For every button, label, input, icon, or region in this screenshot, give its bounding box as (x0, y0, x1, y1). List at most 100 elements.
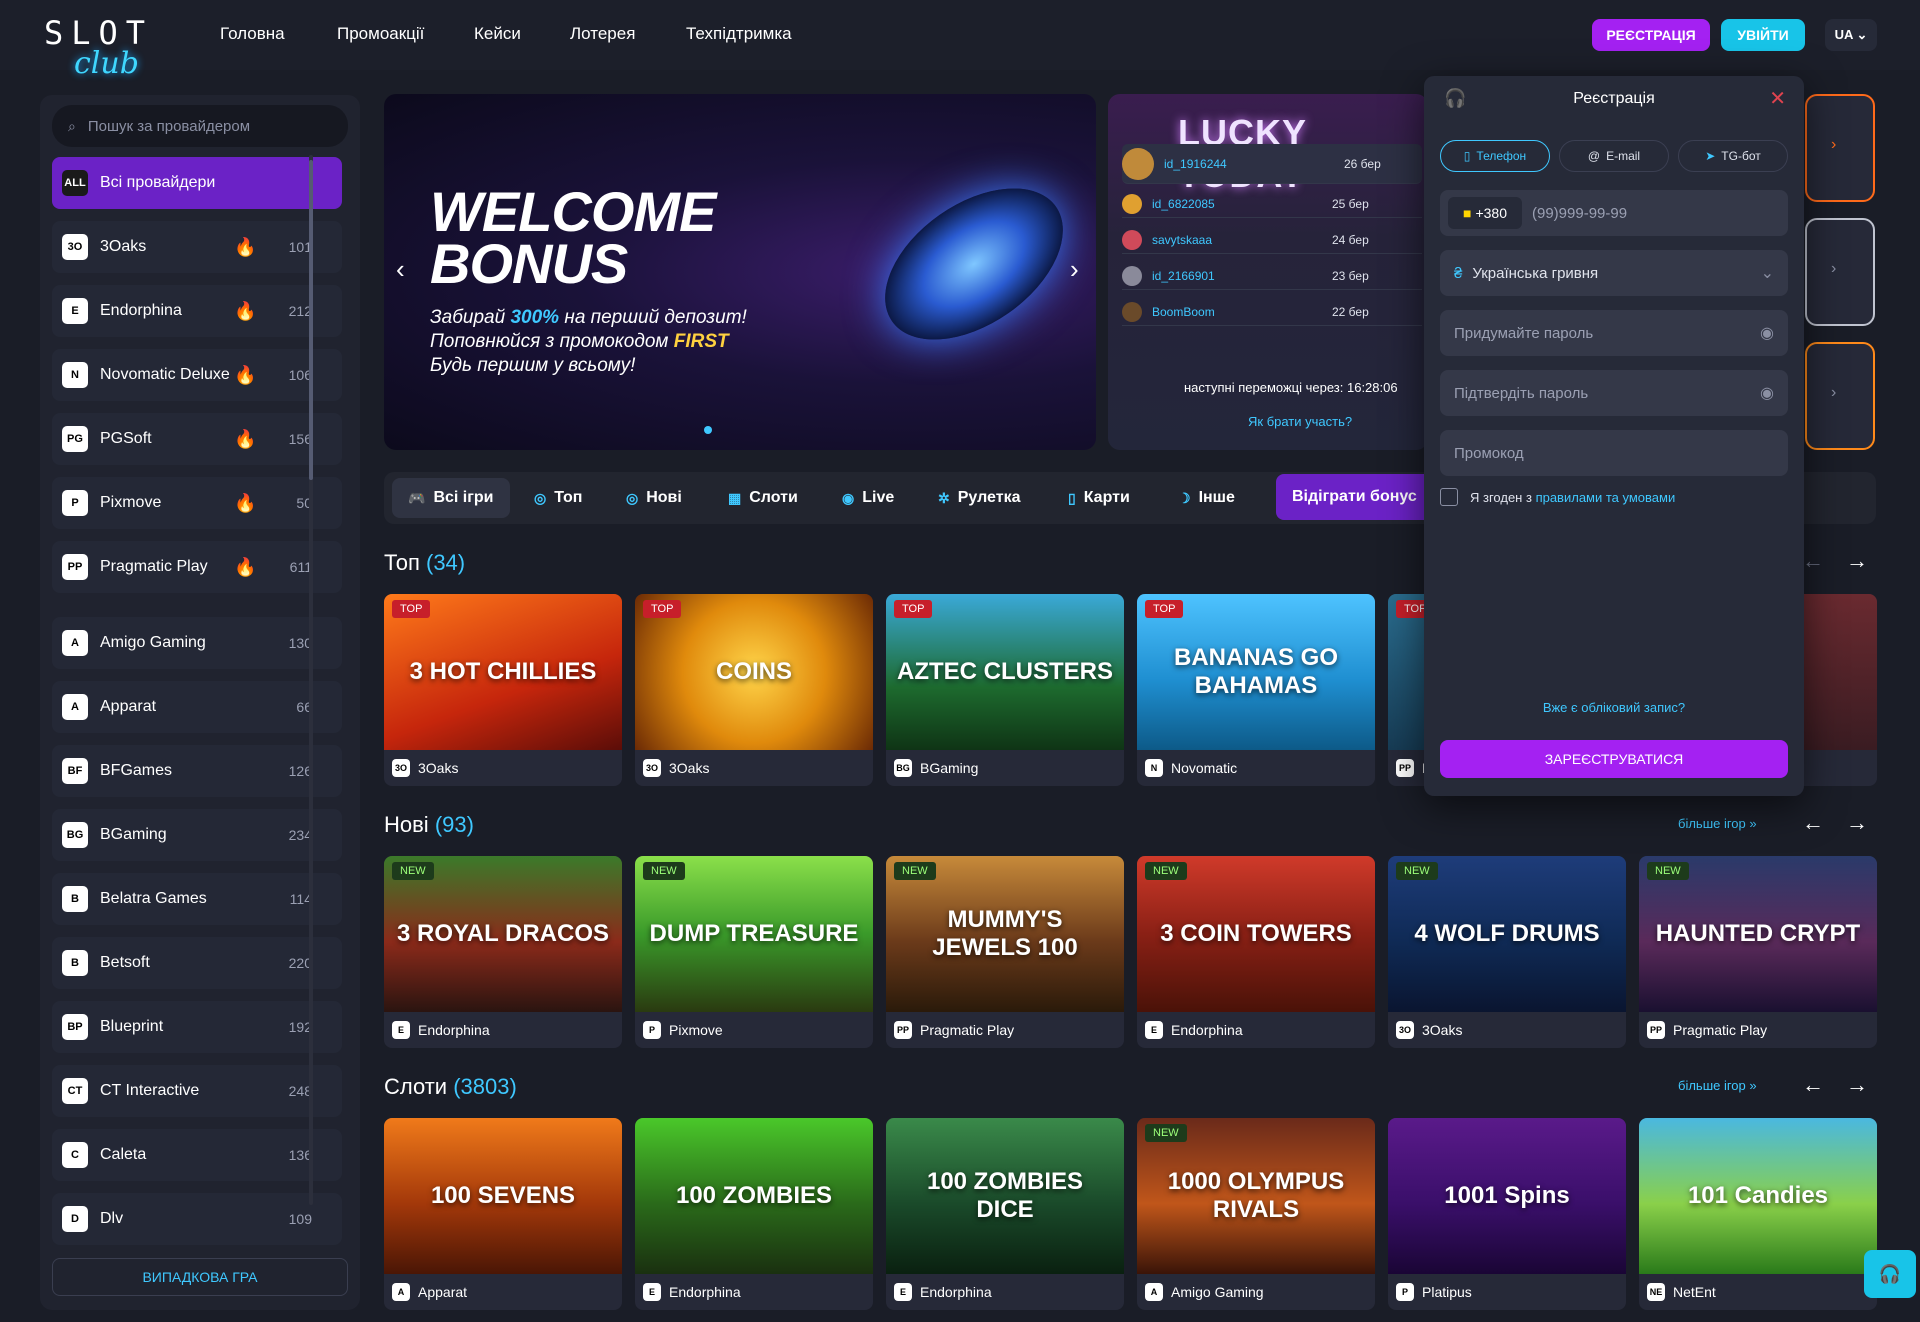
tab-phone[interactable]: ▯ Телефон (1440, 140, 1550, 172)
logo[interactable]: SLOT club (40, 12, 175, 84)
sidebar-provider-item[interactable]: PG PGSoft 🔥 156 (52, 413, 342, 465)
game-thumbnail[interactable]: 100 SEVENS (384, 1118, 622, 1274)
game-card[interactable]: 3 COIN TOWERS NEW E Endorphina (1137, 856, 1375, 1048)
currency-select[interactable]: ₴ Українська гривня ⌄ (1440, 250, 1788, 296)
game-card[interactable]: BANANAS GO BAHAMAS TOP N Novomatic (1137, 594, 1375, 786)
game-card[interactable]: MUMMY'S JEWELS 100 NEW PP Pragmatic Play (886, 856, 1124, 1048)
sidebar-provider-item[interactable]: 3O 3Oaks 🔥 101 (52, 221, 342, 273)
lucky-winner-row: id_1916244 26 бер (1122, 144, 1422, 184)
winner-date: 26 бер (1344, 156, 1381, 171)
promo-tile-2[interactable]: › (1805, 218, 1875, 326)
game-thumbnail[interactable]: 101 Candies (1639, 1118, 1877, 1274)
terms-checkbox[interactable] (1440, 488, 1458, 506)
wager-bonus-button[interactable]: Відіграти бонус (1276, 474, 1436, 520)
provider-count: 101 (288, 239, 312, 255)
tab-live[interactable]: ◉ Live (842, 478, 894, 518)
sidebar-provider-item[interactable]: N Novomatic Deluxe 🔥 106 (52, 349, 342, 401)
new-more-games-link[interactable]: більше ігор » (1678, 816, 1757, 831)
password-field[interactable]: Придумайте пароль ◉ (1440, 310, 1788, 356)
close-icon[interactable]: ✕ (1769, 86, 1786, 111)
sidebar-provider-item[interactable]: BG BGaming 234 (52, 809, 342, 861)
sidebar-provider-item[interactable]: BF BFGames 126 (52, 745, 342, 797)
nav-lottery[interactable]: Лотерея (570, 24, 635, 44)
new-next-arrow-icon[interactable]: → (1846, 810, 1868, 836)
tab-other[interactable]: ☽ Інше (1178, 478, 1235, 518)
sidebar-provider-item[interactable]: B Betsoft 220 (52, 937, 342, 989)
promo-tile-1[interactable]: › (1805, 94, 1875, 202)
top-prev-arrow-icon[interactable]: ← (1802, 548, 1824, 574)
nav-home[interactable]: Головна (220, 24, 285, 44)
sidebar-provider-item[interactable]: A Amigo Gaming 130 (52, 617, 342, 669)
new-prev-arrow-icon[interactable]: ← (1802, 810, 1824, 836)
game-thumbnail[interactable]: 100 ZOMBIES DICE (886, 1118, 1124, 1274)
game-card[interactable]: 101 Candies NE NetEnt (1639, 1118, 1877, 1310)
register-submit-button[interactable]: ЗАРЕЄСТРУВАТИСЯ (1440, 740, 1788, 778)
login-button[interactable]: УВІЙТИ (1721, 19, 1805, 51)
game-badge: NEW (1145, 1124, 1187, 1142)
game-card[interactable]: HAUNTED CRYPT NEW PP Pragmatic Play (1639, 856, 1877, 1048)
support-chat-button[interactable]: 🎧 (1864, 1250, 1916, 1298)
banner-prev-arrow-icon[interactable]: ‹ (396, 254, 405, 285)
game-card[interactable]: 1000 OLYMPUS RIVALS NEW A Amigo Gaming (1137, 1118, 1375, 1310)
tab-all-games[interactable]: 🎮 Всі ігри (392, 478, 510, 518)
phone-country-code[interactable]: ■ +380 (1448, 197, 1522, 229)
eye-icon[interactable]: ◉ (1760, 323, 1774, 343)
sidebar-provider-item[interactable]: B Belatra Games 114 (52, 873, 342, 925)
roulette-icon: ✲ (938, 489, 950, 506)
sidebar-provider-item[interactable]: P Pixmove 🔥 50 (52, 477, 342, 529)
game-card[interactable]: 3 ROYAL DRACOS NEW E Endorphina (384, 856, 622, 1048)
tab-slots[interactable]: ▦ Слоти (728, 478, 798, 518)
phone-field[interactable]: ■ +380 (99)999-99-99 (1440, 190, 1788, 236)
game-card[interactable]: 100 ZOMBIES DICE E Endorphina (886, 1118, 1124, 1310)
random-game-button[interactable]: ВИПАДКОВА ГРА (52, 1258, 348, 1296)
sidebar-provider-item[interactable]: C Caleta 136 (52, 1129, 342, 1181)
sidebar-provider-item[interactable]: E Endorphina 🔥 212 (52, 285, 342, 337)
terms-link[interactable]: правилами та умовами (1536, 490, 1676, 505)
banner-pagination-dot[interactable] (704, 426, 712, 434)
game-card[interactable]: 1001 Spins P Platipus (1388, 1118, 1626, 1310)
tab-new[interactable]: ◎ Нові (626, 478, 682, 518)
language-select[interactable]: UA ⌄ (1825, 19, 1877, 51)
game-thumbnail[interactable]: 1001 Spins (1388, 1118, 1626, 1274)
promo-tile-3[interactable]: › (1805, 342, 1875, 450)
game-card[interactable]: COINS TOP 3O 3Oaks (635, 594, 873, 786)
sidebar-provider-item[interactable]: BP Blueprint 192 (52, 1001, 342, 1053)
tab-email[interactable]: @ E-mail (1559, 140, 1669, 172)
game-card[interactable]: 4 WOLF DRUMS NEW 3O 3Oaks (1388, 856, 1626, 1048)
have-account-link[interactable]: Вже є обліковий запис? (1424, 700, 1804, 715)
game-card[interactable]: 100 SEVENS A Apparat (384, 1118, 622, 1310)
sidebar-provider-item[interactable]: D Dlv 109 (52, 1193, 342, 1245)
game-card[interactable]: 3 HOT CHILLIES TOP 3O 3Oaks (384, 594, 622, 786)
game-card[interactable]: 100 ZOMBIES E Endorphina (635, 1118, 873, 1310)
tab-telegram-bot[interactable]: ➤ TG-бот (1678, 140, 1788, 172)
eye-icon[interactable]: ◉ (1760, 383, 1774, 403)
sidebar-provider-item[interactable]: A Apparat 66 (52, 681, 342, 733)
nav-support[interactable]: Техпідтримка (686, 24, 792, 44)
sidebar-scroll-thumb[interactable] (309, 160, 313, 480)
slots-prev-arrow-icon[interactable]: ← (1802, 1072, 1824, 1098)
sidebar-provider-item[interactable]: CT CT Interactive 248 (52, 1065, 342, 1117)
banner-next-arrow-icon[interactable]: › (1070, 254, 1079, 285)
hryvnia-icon: ₴ (1454, 264, 1463, 282)
tab-top[interactable]: ◎ Топ (534, 478, 582, 518)
nav-cases[interactable]: Кейси (474, 24, 521, 44)
confirm-password-field[interactable]: Підтвердіть пароль ◉ (1440, 370, 1788, 416)
how-to-join-link[interactable]: Як брати участь? (1248, 414, 1352, 429)
tab-roulette[interactable]: ✲ Рулетка (938, 478, 1020, 518)
top-next-arrow-icon[interactable]: → (1846, 548, 1868, 574)
banner-title: WELCOME BONUS (430, 184, 716, 292)
slots-more-games-link[interactable]: більше ігор » (1678, 1078, 1757, 1093)
nav-promotions[interactable]: Промоакції (337, 24, 424, 44)
game-card[interactable]: AZTEC CLUSTERS TOP BG BGaming (886, 594, 1124, 786)
provider-search-input[interactable]: ⌕ Пошук за провайдером (52, 105, 348, 147)
tab-cards[interactable]: ▯ Карти (1068, 478, 1130, 518)
sidebar-provider-item[interactable]: PP Pragmatic Play 🔥 611 (52, 541, 342, 593)
game-thumbnail[interactable]: 100 ZOMBIES (635, 1118, 873, 1274)
welcome-banner[interactable]: WELCOME BONUS Забирай 300% на перший деп… (384, 94, 1096, 450)
register-button[interactable]: РЕЄСТРАЦІЯ (1592, 19, 1710, 51)
promo-code-field[interactable]: Промокод (1440, 430, 1788, 476)
game-card[interactable]: DUMP TREASURE NEW P Pixmove (635, 856, 873, 1048)
sidebar-provider-item[interactable]: ALL Всі провайдери (52, 157, 342, 209)
slots-next-arrow-icon[interactable]: → (1846, 1072, 1868, 1098)
game-provider-footer: BG BGaming (886, 750, 1124, 786)
